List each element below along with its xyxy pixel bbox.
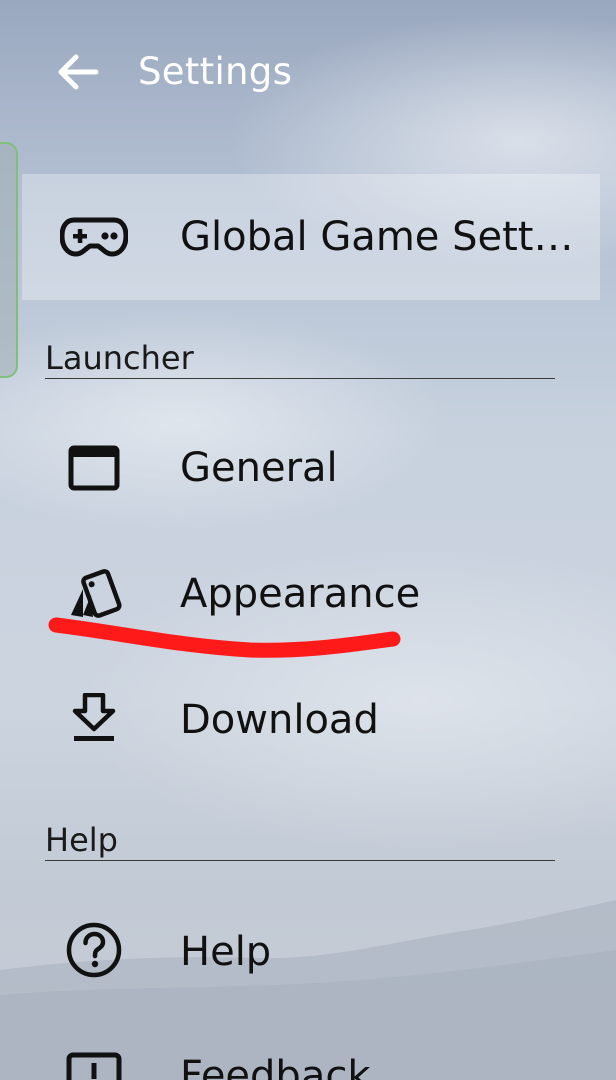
settings-item-feedback[interactable]: Feedback bbox=[0, 1030, 616, 1080]
gamepad-icon bbox=[58, 201, 130, 273]
settings-item-label: Help bbox=[180, 929, 272, 975]
global-game-settings-label: Global Game Setti… bbox=[180, 214, 580, 260]
help-circle-icon bbox=[58, 914, 130, 986]
settings-item-appearance[interactable]: Appearance bbox=[0, 546, 616, 642]
cards-icon bbox=[58, 558, 130, 630]
feedback-icon bbox=[58, 1044, 130, 1080]
arrow-left-icon bbox=[58, 54, 99, 90]
settings-item-help[interactable]: Help bbox=[0, 902, 616, 998]
section-header-launcher: Launcher bbox=[45, 336, 555, 379]
settings-item-label: Feedback bbox=[180, 1053, 371, 1080]
settings-item-label: Appearance bbox=[180, 571, 421, 617]
section-header-help: Help bbox=[45, 818, 555, 861]
settings-item-label: Download bbox=[180, 697, 379, 743]
page-title: Settings bbox=[138, 50, 293, 93]
settings-item-general[interactable]: General bbox=[0, 420, 616, 516]
window-icon bbox=[58, 432, 130, 504]
settings-item-label: General bbox=[180, 445, 338, 491]
section-title-launcher: Launcher bbox=[45, 339, 194, 377]
drawer-handle[interactable] bbox=[0, 142, 18, 378]
app-header: Settings bbox=[0, 0, 616, 140]
back-button[interactable] bbox=[48, 46, 108, 98]
settings-item-download[interactable]: Download bbox=[0, 672, 616, 768]
download-icon bbox=[58, 682, 130, 754]
section-title-help: Help bbox=[45, 821, 118, 859]
global-game-settings-item[interactable]: Global Game Setti… bbox=[22, 174, 600, 300]
